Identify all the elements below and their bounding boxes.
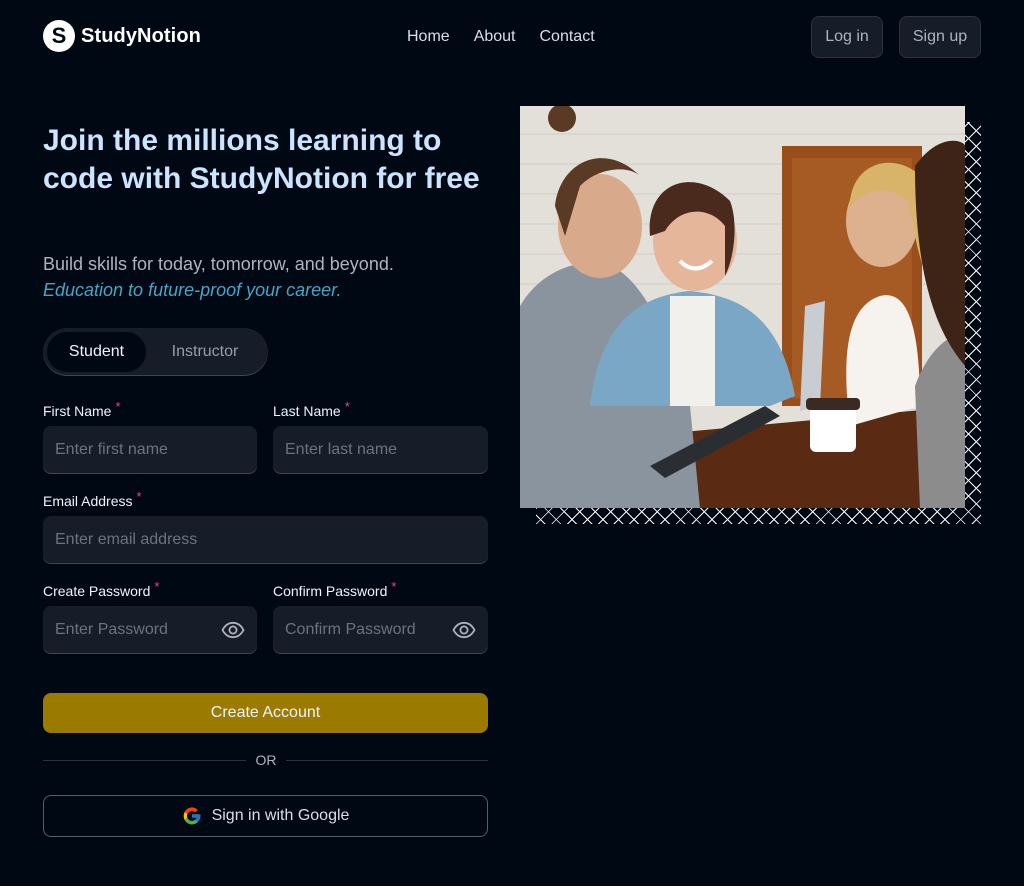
students-illustration (520, 106, 965, 508)
subtitle: Build skills for today, tomorrow, and be… (43, 254, 394, 274)
login-button[interactable]: Log in (811, 16, 883, 58)
last-name-input[interactable] (273, 426, 488, 474)
page-title: Join the millions learning to code with … (43, 124, 480, 195)
tab-instructor[interactable]: Instructor (146, 332, 264, 372)
eye-icon[interactable] (452, 618, 476, 642)
nav-link-contact[interactable]: Contact (540, 28, 595, 46)
create-account-button[interactable]: Create Account (43, 693, 488, 733)
account-type-toggle: Student Instructor (43, 328, 268, 376)
google-icon (183, 807, 200, 825)
nav-link-home[interactable]: Home (407, 28, 450, 46)
nav-link-about[interactable]: About (474, 28, 516, 46)
or-divider-text: OR (255, 752, 277, 768)
first-name-label: First Name * (43, 399, 121, 419)
required-mark: * (344, 399, 350, 414)
first-name-label-text: First Name (43, 403, 112, 419)
first-name-input[interactable] (43, 426, 257, 474)
signup-button[interactable]: Sign up (899, 16, 981, 58)
tagline: Education to future-proof your career. (43, 280, 342, 300)
students-photo (520, 106, 965, 508)
logo-text: StudyNotion (81, 24, 201, 47)
confirm-password-label: Confirm Password * (273, 579, 396, 599)
logo[interactable]: S StudyNotion (43, 20, 201, 52)
navbar: S StudyNotion Home About Contact Log in … (0, 0, 1024, 74)
password-label: Create Password * (43, 579, 159, 599)
email-input[interactable] (43, 516, 488, 564)
divider-left (43, 760, 246, 761)
divider-right (286, 760, 488, 761)
confirm-password-label-text: Confirm Password (273, 583, 388, 599)
google-signin-label: Sign in with Google (211, 807, 350, 824)
required-mark: * (136, 489, 142, 504)
last-name-label-text: Last Name (273, 403, 341, 419)
required-mark: * (115, 399, 121, 414)
required-mark: * (391, 579, 397, 594)
nav-links: Home About Contact (407, 28, 595, 46)
google-signin-button[interactable]: Sign in with Google (43, 795, 488, 837)
required-mark: * (154, 579, 160, 594)
password-label-text: Create Password (43, 583, 151, 599)
logo-icon: S (43, 20, 75, 52)
tab-student[interactable]: Student (47, 332, 146, 372)
eye-icon[interactable] (221, 618, 245, 642)
email-label-text: Email Address (43, 493, 133, 509)
last-name-label: Last Name * (273, 399, 350, 419)
email-label: Email Address * (43, 489, 142, 509)
